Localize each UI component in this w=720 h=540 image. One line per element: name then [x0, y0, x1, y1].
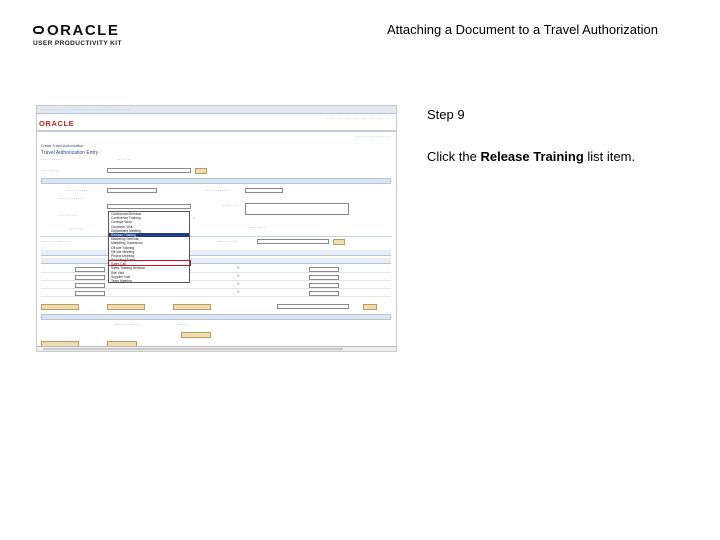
expense-type-field[interactable]: [75, 283, 105, 288]
attachment-icon[interactable]: ✎: [237, 274, 240, 278]
instruction-prefix: Click the: [427, 149, 481, 164]
expense-type-field[interactable]: [75, 267, 105, 272]
billing-type-select[interactable]: [309, 283, 339, 288]
screenshot-breadcrumb: Create Travel Authorization: [41, 144, 84, 148]
oracle-logo-mark-icon: [33, 26, 44, 34]
slide-title: Attaching a Document to a Travel Authori…: [387, 22, 658, 37]
click-target-highlight: [108, 260, 191, 266]
instruction-suffix: list item.: [583, 149, 636, 164]
application-screenshot: · · · · · · · · · · · · · · · · · · · · …: [36, 105, 397, 352]
oracle-upk-logo: ORACLE USER PRODUCTIVITY KIT: [33, 20, 133, 50]
screenshot-brand-bar: ORACLE · · · · · · · · · · · · · · · · ·…: [37, 114, 396, 132]
instruction-target: Release Training: [480, 149, 584, 164]
attachment-icon[interactable]: ✎: [237, 290, 240, 294]
add-expense-button[interactable]: [173, 304, 211, 310]
billing-type-select[interactable]: [309, 291, 339, 296]
screenshot-top-nav: · · · · · · · · · · · · · · · · · · · · …: [37, 106, 396, 114]
totals-section: [41, 314, 391, 320]
expense-type-field[interactable]: [75, 275, 105, 280]
expense-grid-toolbar: [41, 250, 391, 256]
screenshot-page-heading: Travel Authorization Entry: [41, 150, 99, 156]
business-purpose-dropdown-list[interactable]: Conference/Seminar Conference Training Con…: [108, 211, 190, 283]
attachment-icon[interactable]: ✎: [237, 282, 240, 286]
step-instruction: Click the Release Training list item.: [427, 149, 635, 164]
billing-type-select[interactable]: [309, 267, 339, 272]
attachment-icon[interactable]: ✎: [237, 266, 240, 270]
copy-expense-button[interactable]: [41, 304, 79, 310]
billing-type-select[interactable]: [309, 275, 339, 280]
template-select[interactable]: [107, 168, 191, 173]
screenshot-oracle-logo: ORACLE: [39, 119, 75, 128]
template-go-button[interactable]: [195, 168, 207, 174]
action-go-button[interactable]: [363, 304, 377, 310]
lookup-icon[interactable]: ⌕: [193, 216, 195, 220]
expense-grid-header: [41, 258, 391, 264]
expense-type-field[interactable]: [75, 291, 105, 296]
description-field[interactable]: [107, 188, 157, 193]
horizontal-scrollbar[interactable]: [37, 346, 396, 351]
quick-fill-select[interactable]: [257, 239, 329, 244]
authorization-id-field: [245, 188, 283, 193]
comment-field[interactable]: [245, 203, 349, 215]
step-number: Step 9: [427, 107, 465, 122]
update-totals-button[interactable]: [181, 332, 211, 338]
logo-brand-text: ORACLE: [47, 22, 120, 39]
delete-expense-button[interactable]: [107, 304, 145, 310]
logo-product-text: USER PRODUCTIVITY KIT: [33, 40, 122, 47]
quick-fill-go-button[interactable]: [333, 239, 345, 245]
general-info-section: [41, 178, 391, 184]
scrollbar-thumb[interactable]: [43, 348, 343, 350]
business-purpose-select[interactable]: [107, 204, 191, 209]
action-select[interactable]: [277, 304, 349, 309]
